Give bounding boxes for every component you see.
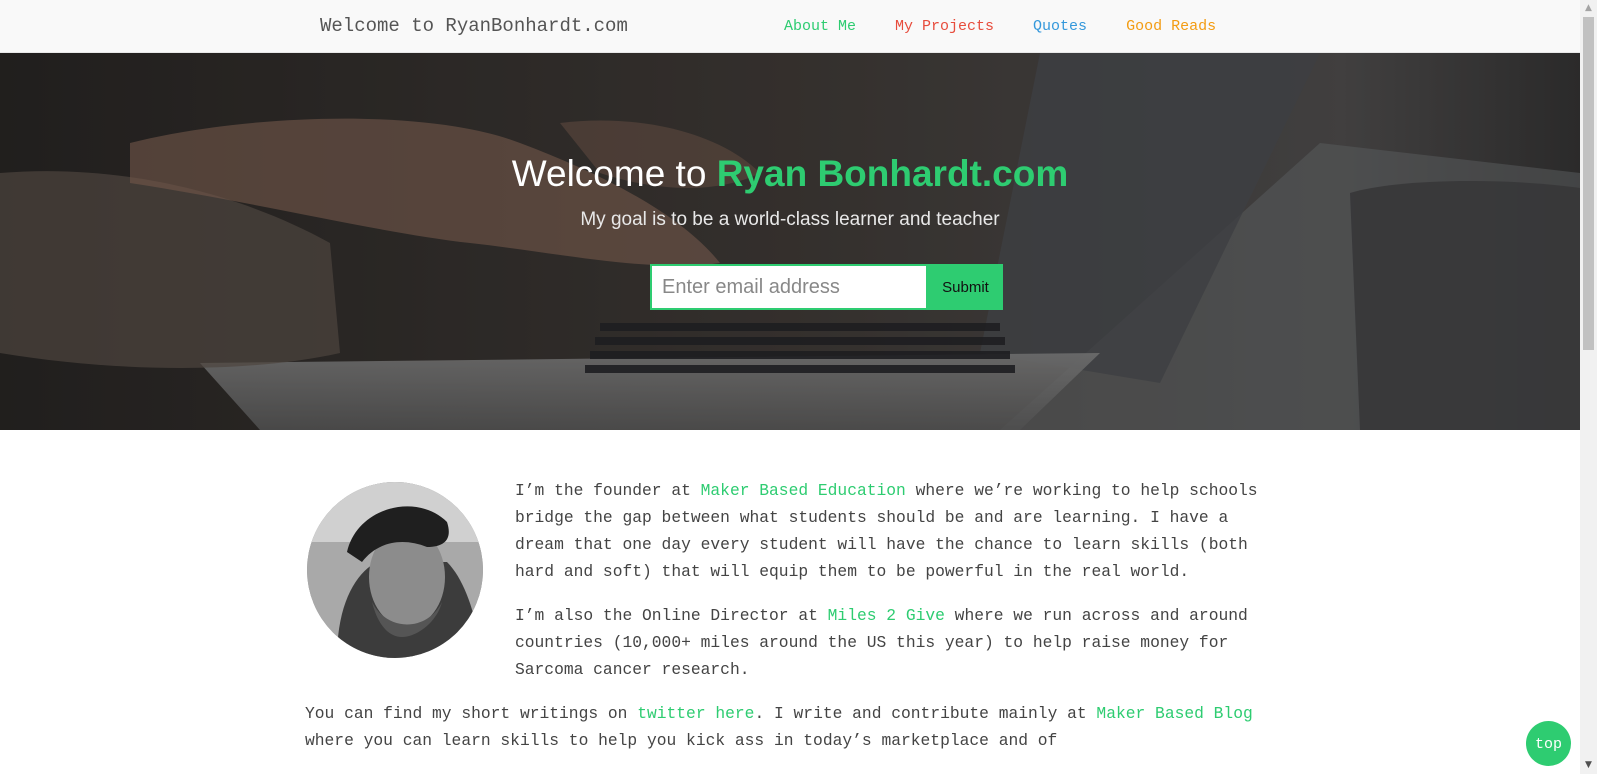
- hero-title-prefix: Welcome to: [511, 153, 707, 194]
- site-brand-link[interactable]: Welcome to RyanBonhardt.com: [320, 15, 628, 37]
- hero-title-highlight: Ryan Bonhardt.com: [716, 153, 1069, 194]
- submit-button[interactable]: Submit: [928, 264, 1003, 310]
- hero-section: Welcome to Ryan Bonhardt.com My goal is …: [0, 53, 1580, 430]
- paragraph-writings: You can find my short writings on twitte…: [305, 704, 1253, 750]
- link-twitter[interactable]: twitter here: [637, 704, 754, 723]
- nav-quotes[interactable]: Quotes: [1033, 18, 1087, 35]
- back-to-top-button[interactable]: top: [1526, 721, 1571, 766]
- link-maker-based-blog[interactable]: Maker Based Blog: [1096, 704, 1252, 723]
- top-navbar: Welcome to RyanBonhardt.com About Me My …: [0, 0, 1580, 53]
- scroll-thumb[interactable]: [1583, 17, 1594, 350]
- hero-title: Welcome to Ryan Bonhardt.com: [0, 153, 1580, 195]
- nav-good-reads[interactable]: Good Reads: [1126, 18, 1216, 35]
- profile-photo: [307, 482, 483, 658]
- signup-form: Submit: [650, 264, 1003, 310]
- hero-overlay: [0, 53, 1580, 430]
- page-scrollbar[interactable]: ▲ ▼: [1580, 0, 1597, 774]
- avatar: [307, 482, 483, 658]
- link-miles-2-give[interactable]: Miles 2 Give: [828, 606, 945, 625]
- hero-subtitle: My goal is to be a world-class learner a…: [580, 209, 1000, 230]
- scroll-up-arrow-icon[interactable]: ▲: [1580, 0, 1597, 17]
- link-maker-based-education[interactable]: Maker Based Education: [701, 481, 906, 500]
- email-input[interactable]: [650, 264, 928, 310]
- nav-my-projects[interactable]: My Projects: [895, 18, 994, 35]
- scroll-down-arrow-icon[interactable]: ▼: [1580, 757, 1597, 774]
- about-content: I’m the founder at Maker Based Education…: [305, 477, 1271, 771]
- nav-links: About Me My Projects Quotes Good Reads: [784, 18, 1255, 35]
- nav-about-me[interactable]: About Me: [784, 18, 856, 35]
